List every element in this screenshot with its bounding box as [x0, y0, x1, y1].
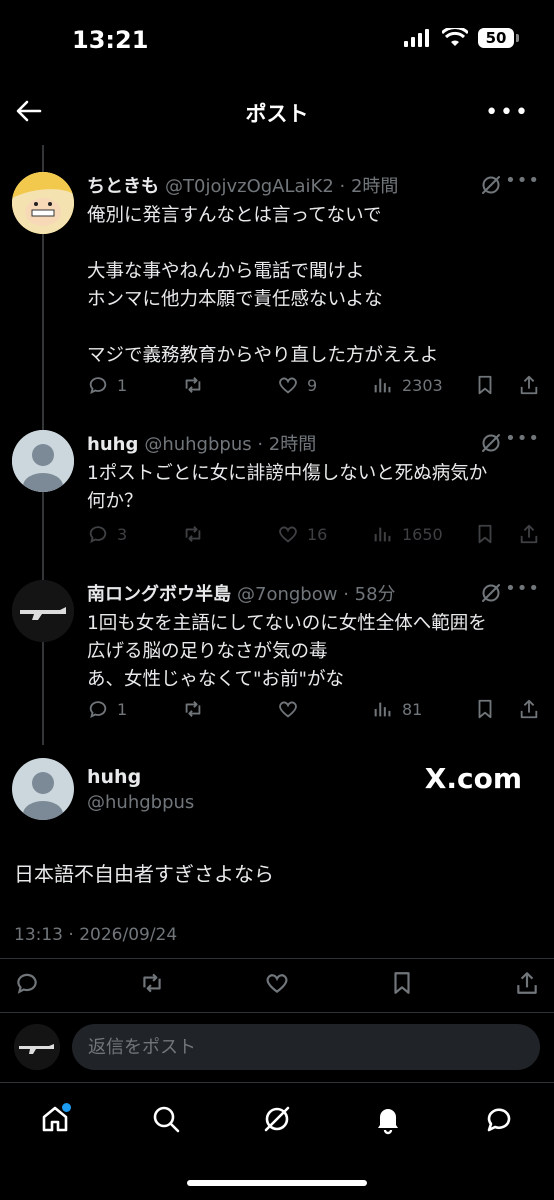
post-text: 日本語不自由者すぎさよなら	[14, 862, 274, 886]
grok-icon[interactable]	[480, 582, 502, 604]
divider	[0, 1012, 554, 1013]
action-bar	[14, 970, 540, 1000]
view-count: 2303	[402, 375, 443, 395]
view-count: 81	[402, 699, 423, 719]
grok-icon	[264, 1106, 290, 1132]
bookmark-icon[interactable]	[474, 523, 496, 545]
author-name[interactable]: ちときも	[87, 176, 159, 197]
bookmark-icon[interactable]	[474, 698, 496, 720]
repost-button[interactable]	[182, 523, 277, 545]
avatar[interactable]	[12, 172, 74, 234]
repost-button[interactable]	[182, 374, 277, 396]
nav-search[interactable]	[146, 1099, 186, 1139]
reply-input[interactable]	[72, 1024, 540, 1070]
action-bar: 3 16 1650	[87, 521, 540, 547]
nav-home[interactable]	[35, 1099, 75, 1139]
search-icon	[153, 1106, 180, 1133]
action-bar: 1 9 2303	[87, 372, 540, 398]
reply-count: 1	[117, 375, 128, 395]
share-icon[interactable]	[518, 523, 540, 545]
like-button[interactable]: 9	[277, 374, 372, 396]
grok-icon[interactable]	[480, 432, 502, 454]
heart-icon	[279, 701, 297, 718]
divider	[0, 958, 554, 959]
status-time: 13:21	[72, 26, 149, 54]
home-indicator	[187, 1180, 367, 1186]
grok-icon[interactable]	[480, 174, 502, 196]
post-text: 俺別に発言すんなとは言ってないで 大事な事やねんから電話で聞けよ ホンマに他力本…	[87, 205, 439, 366]
post-time: 2時間	[350, 176, 399, 197]
bookmark-icon[interactable]	[389, 970, 415, 996]
messages-icon	[487, 1108, 510, 1132]
divider	[0, 1082, 554, 1083]
status-bar: 13:21 50	[0, 0, 554, 84]
reply-button[interactable]: 1	[87, 374, 182, 396]
action-bar: 1 81	[87, 696, 540, 722]
post-text: 1回も女を主語にしてないのに女性全体へ範囲を 広げる脳の足りなさが気の毒 あ、女…	[87, 613, 487, 690]
author-handle: @huhgbpus	[87, 792, 195, 813]
x-watermark: X.com	[424, 762, 522, 795]
heart-icon	[279, 526, 297, 543]
more-horizontal-icon[interactable]: •••	[505, 428, 540, 449]
notifications-icon	[377, 1109, 398, 1135]
author-handle: @7ongbow	[237, 584, 338, 605]
repost-icon[interactable]	[139, 970, 165, 996]
avatar[interactable]	[12, 580, 74, 642]
wifi-icon	[442, 28, 468, 46]
author-name[interactable]: huhg	[87, 434, 138, 455]
avatar[interactable]	[12, 758, 74, 820]
avatar[interactable]	[14, 1024, 60, 1070]
bookmark-icon[interactable]	[474, 374, 496, 396]
nav-grok[interactable]	[257, 1099, 297, 1139]
like-button[interactable]: 16	[277, 523, 372, 545]
avatar[interactable]	[12, 430, 74, 492]
like-count: 16	[307, 524, 328, 544]
post-time: 58分	[354, 584, 396, 605]
nav-messages[interactable]	[479, 1099, 519, 1139]
nav-notifications[interactable]	[368, 1099, 408, 1139]
more-horizontal-icon[interactable]: •••	[485, 100, 530, 125]
view-count: 1650	[402, 524, 443, 544]
reply-icon[interactable]	[14, 970, 40, 996]
reply-button[interactable]: 1	[87, 698, 182, 720]
reply-icon	[89, 701, 107, 719]
more-horizontal-icon[interactable]: •••	[505, 578, 540, 599]
heart-icon[interactable]	[264, 970, 290, 996]
author-name[interactable]: 南ロングボウ半島	[87, 584, 231, 605]
share-icon[interactable]	[518, 374, 540, 396]
reply-icon	[89, 377, 107, 395]
share-icon[interactable]	[514, 970, 540, 996]
post-text: 1ポストごとに女に誹謗中傷しないと死ぬ病気か 何か？	[87, 463, 488, 512]
page-title: ポスト	[245, 102, 309, 126]
reply-count: 1	[117, 699, 128, 719]
views-icon	[374, 527, 391, 542]
reply-count: 3	[117, 524, 128, 544]
battery-icon: 50	[478, 28, 519, 48]
like-count: 9	[307, 375, 318, 395]
signal-icon	[404, 29, 429, 47]
views-icon	[374, 378, 391, 393]
post-time: 2時間	[268, 434, 317, 455]
repost-button[interactable]	[182, 698, 277, 720]
repost-icon	[185, 377, 201, 393]
views-button[interactable]: 2303	[372, 374, 472, 396]
top-bar: ポスト •••	[0, 92, 554, 136]
reply-button[interactable]: 3	[87, 523, 182, 545]
author-handle: @T0jojvzOgALaiK2	[165, 176, 334, 197]
heart-icon	[279, 377, 297, 394]
share-icon[interactable]	[518, 698, 540, 720]
views-button[interactable]: 81	[372, 698, 472, 720]
bottom-nav	[0, 1084, 554, 1154]
reply-icon	[89, 526, 107, 544]
author-handle: @huhgbpus	[144, 434, 252, 455]
post-timestamp: 13:13 · 2026/09/24	[14, 925, 178, 945]
like-button[interactable]	[277, 698, 372, 720]
author-name[interactable]: huhg	[87, 766, 141, 788]
views-icon	[374, 702, 391, 717]
views-button[interactable]: 1650	[372, 523, 472, 545]
repost-icon	[185, 526, 201, 542]
more-horizontal-icon[interactable]: •••	[505, 170, 540, 191]
repost-icon	[185, 701, 201, 717]
